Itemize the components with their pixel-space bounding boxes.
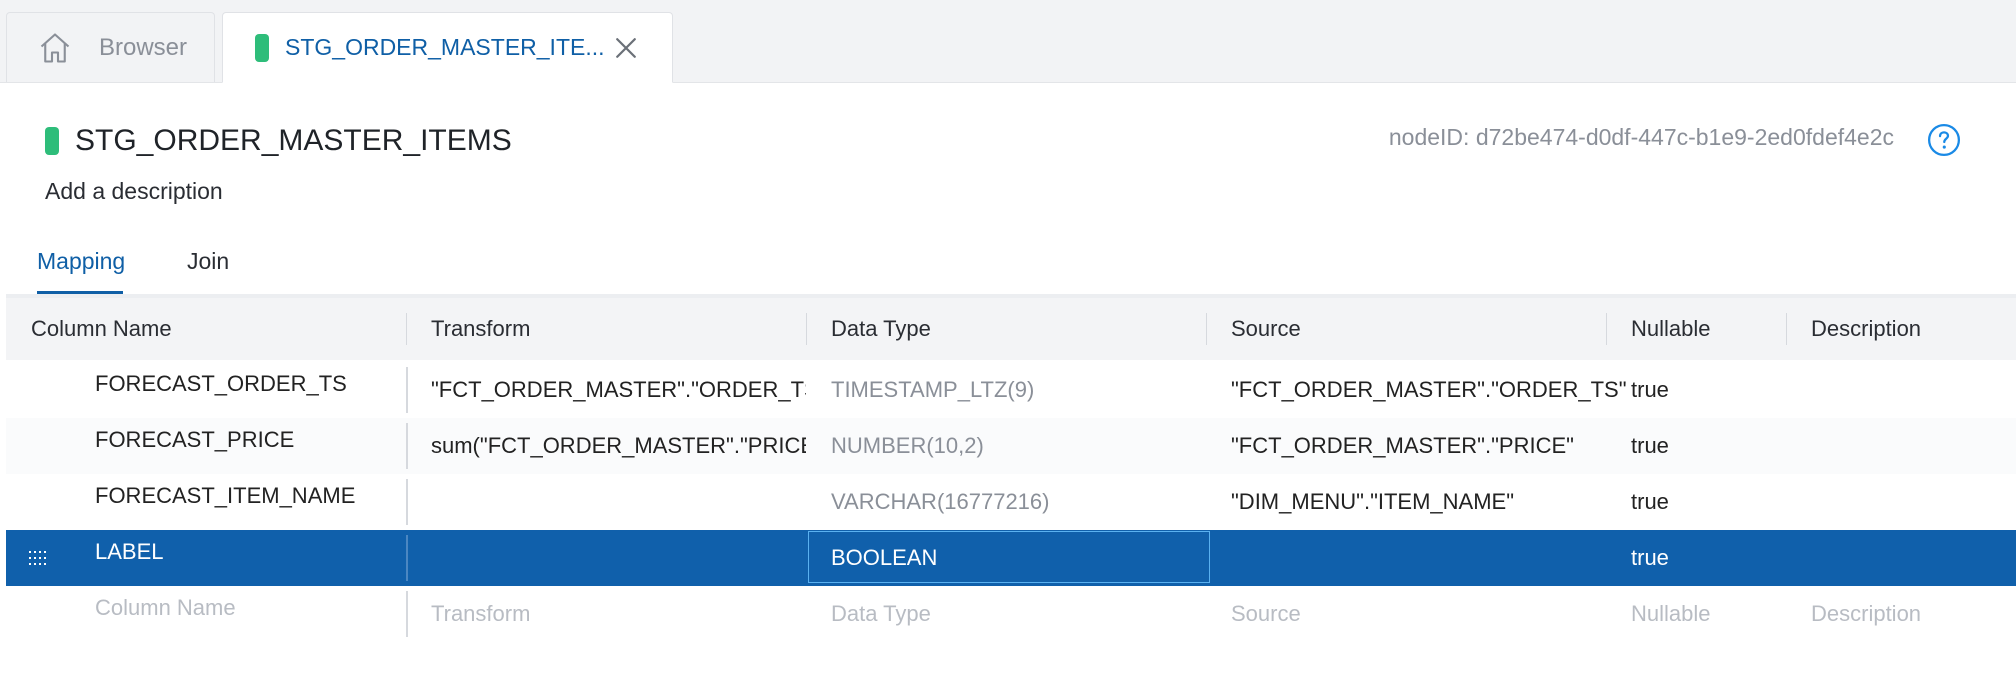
tab-label: Browser (99, 33, 188, 61)
column-separator (406, 535, 408, 581)
cell-nullable[interactable]: true (1631, 418, 1669, 474)
cell-column-name[interactable]: FORECAST_ITEM_NAME (95, 468, 355, 524)
new-transform-input[interactable]: Transform (431, 586, 530, 642)
new-source-input[interactable]: Source (1231, 586, 1301, 642)
cell-transform[interactable]: "FCT_ORDER_MASTER"."ORDER_TS"::d (431, 362, 806, 418)
tab-bar: Browser STG_ORDER_MASTER_ITE... (0, 0, 2016, 83)
column-resize-handle[interactable] (1206, 313, 1207, 345)
node-title: STG_ORDER_MASTER_ITEMS (75, 124, 512, 157)
table-row[interactable]: FORECAST_ITEM_NAME VARCHAR(16777216) "DI… (6, 474, 2016, 530)
header-description[interactable]: Description (1811, 298, 1921, 360)
column-separator (406, 479, 408, 525)
table-row[interactable]: FORECAST_ORDER_TS "FCT_ORDER_MASTER"."OR… (6, 362, 2016, 418)
cell-data-type[interactable]: BOOLEAN (831, 530, 937, 586)
cell-transform[interactable] (431, 474, 806, 530)
description-field[interactable]: Add a description (45, 178, 223, 205)
cell-column-name[interactable]: FORECAST_PRICE (95, 412, 294, 468)
cell-transform[interactable] (431, 530, 806, 586)
node-badge-icon (255, 33, 269, 62)
column-resize-handle[interactable] (806, 313, 807, 345)
tab-node[interactable]: STG_ORDER_MASTER_ITE... (222, 12, 673, 83)
home-icon (40, 32, 70, 63)
column-resize-handle[interactable] (1606, 313, 1607, 345)
header-data-type[interactable]: Data Type (831, 298, 931, 360)
node-id: nodeID: d72be474-d0df-447c-b1e9-2ed0fdef… (1388, 124, 1894, 150)
cell-transform[interactable]: sum("FCT_ORDER_MASTER"."PRICE") (431, 418, 806, 474)
column-separator (406, 591, 408, 637)
column-separator (406, 367, 408, 413)
cell-source[interactable]: "FCT_ORDER_MASTER"."ORDER_TS" (1231, 362, 1627, 418)
drag-handle-icon[interactable] (28, 549, 50, 567)
header-source[interactable]: Source (1231, 298, 1301, 360)
table-row-selected[interactable]: LABEL BOOLEAN true (6, 530, 2016, 586)
cell-source[interactable]: "FCT_ORDER_MASTER"."PRICE" (1231, 418, 1574, 474)
new-description-input[interactable]: Description (1811, 586, 1921, 642)
header-column-name[interactable]: Column Name (31, 298, 172, 360)
tab-join[interactable]: Join (187, 248, 229, 275)
node-badge-icon (45, 127, 59, 155)
help-icon[interactable] (1927, 123, 1961, 157)
new-column-name-input[interactable]: Column Name (95, 580, 236, 636)
header-transform[interactable]: Transform (431, 298, 530, 360)
close-icon[interactable] (611, 33, 641, 63)
tab-browser[interactable]: Browser (6, 12, 215, 82)
new-data-type-input[interactable]: Data Type (831, 586, 931, 642)
table-row[interactable]: FORECAST_PRICE sum("FCT_ORDER_MASTER"."P… (6, 418, 2016, 474)
cell-data-type[interactable]: NUMBER(10,2) (831, 418, 984, 474)
cell-source[interactable]: "DIM_MENU"."ITEM_NAME" (1231, 474, 1514, 530)
tab-mapping[interactable]: Mapping (37, 248, 125, 275)
cell-nullable[interactable]: true (1631, 474, 1669, 530)
new-nullable-input[interactable]: Nullable (1631, 586, 1711, 642)
new-row[interactable]: Column Name Transform Data Type Source N… (6, 586, 2016, 642)
grid-header: Column Name Transform Data Type Source N… (6, 298, 2016, 360)
node-header: STG_ORDER_MASTER_ITEMS (45, 124, 512, 158)
tab-label: STG_ORDER_MASTER_ITE... (285, 34, 605, 60)
cell-column-name[interactable]: LABEL (95, 524, 164, 580)
cell-nullable[interactable]: true (1631, 362, 1669, 418)
column-resize-handle[interactable] (1786, 313, 1787, 345)
cell-column-name[interactable]: FORECAST_ORDER_TS (95, 356, 347, 412)
header-nullable[interactable]: Nullable (1631, 298, 1711, 360)
column-separator (406, 423, 408, 469)
column-resize-handle[interactable] (406, 313, 407, 345)
cell-nullable[interactable]: true (1631, 530, 1669, 586)
cell-data-type[interactable]: TIMESTAMP_LTZ(9) (831, 362, 1034, 418)
cell-data-type[interactable]: VARCHAR(16777216) (831, 474, 1049, 530)
